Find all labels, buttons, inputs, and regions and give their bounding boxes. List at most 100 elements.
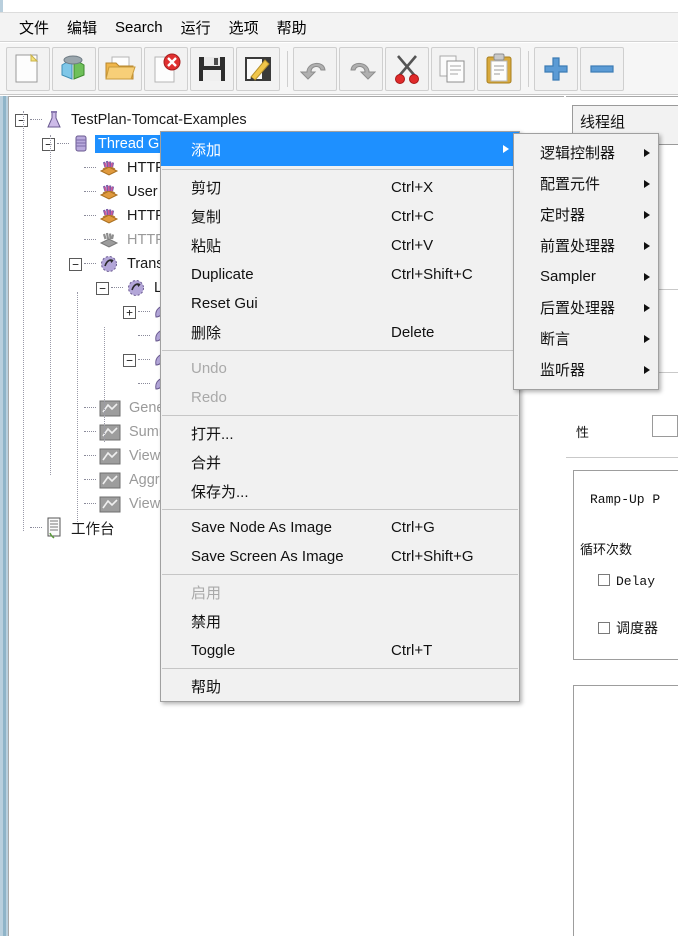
submenu-item-listener[interactable]: 监听器 <box>514 354 658 385</box>
submenu-item-label: 断言 <box>540 331 571 348</box>
close-document-button[interactable] <box>144 46 188 91</box>
submenu-item-post-processor[interactable]: 后置处理器 <box>514 292 658 323</box>
templates-button[interactable] <box>52 46 96 91</box>
menu-item-add[interactable]: 添加 <box>161 132 519 166</box>
http-sampler-icon <box>99 159 119 177</box>
menu-options[interactable]: 选项 <box>220 15 268 40</box>
scheduler-checkbox[interactable] <box>598 622 610 634</box>
tree-connector <box>138 359 150 361</box>
tree-context-menu[interactable]: 添加剪切 Ctrl+X 复制 Ctrl+C 粘贴 Ctrl+V Duplicate Ctrl+… <box>160 131 520 702</box>
menu-item-label: 启用 <box>191 585 222 602</box>
menu-item-toggle[interactable]: Toggle Ctrl+T <box>161 636 519 665</box>
menu-item-save-as[interactable]: 保存为... <box>161 477 519 506</box>
menu-item-open[interactable]: 打开... <box>161 419 519 448</box>
menu-item-label: Undo <box>191 360 227 377</box>
save-button[interactable] <box>190 46 234 91</box>
menu-item-label: 剪切 <box>191 180 222 197</box>
menu-item-label: Save Screen As Image <box>191 548 344 565</box>
listener-icon <box>99 472 121 489</box>
add-plus-button[interactable] <box>534 46 578 91</box>
tree-node[interactable]: − TestPlan-Tomcat-Examples <box>15 108 250 132</box>
lower-group-box <box>573 685 678 936</box>
tree-connector <box>84 407 96 409</box>
tree-connector <box>84 167 96 169</box>
tree-node[interactable]: 工作台 <box>15 516 118 540</box>
http-sampler-icon <box>99 183 119 201</box>
submenu-item-assertion[interactable]: 断言 <box>514 323 658 354</box>
menu-item-merge[interactable]: 合并 <box>161 448 519 477</box>
tree-expand-toggle[interactable]: + <box>123 305 136 319</box>
open-folder-icon <box>104 54 136 84</box>
cut-scissors-button[interactable] <box>385 46 429 91</box>
menu-item-label: 粘贴 <box>191 238 222 255</box>
delay-checkbox[interactable] <box>598 574 610 586</box>
menu-file[interactable]: 文件 <box>10 15 58 40</box>
menu-separator <box>162 509 518 510</box>
menu-item-help[interactable]: 帮助 <box>161 672 519 701</box>
tree-connector <box>84 455 96 457</box>
chevron-right-icon <box>644 303 650 312</box>
properties-input[interactable] <box>652 415 678 437</box>
tree-node-label: TestPlan-Tomcat-Examples <box>71 112 247 128</box>
submenu-item-timer[interactable]: 定时器 <box>514 199 658 230</box>
properties-label: 性 <box>576 425 590 440</box>
menu-edit[interactable]: 编辑 <box>58 15 106 40</box>
window-left-border <box>0 96 8 936</box>
toolbar <box>0 43 678 95</box>
window-top-strip <box>0 0 678 12</box>
remove-minus-icon <box>589 56 615 82</box>
menu-bar: 文件 编辑 Search 运行 选项 帮助 <box>0 12 678 42</box>
tree-collapse-toggle[interactable]: − <box>123 353 136 367</box>
paste-clipboard-button[interactable] <box>477 46 521 91</box>
menu-search[interactable]: Search <box>106 17 172 38</box>
tree-collapse-toggle[interactable]: − <box>69 257 82 271</box>
test-plan-icon <box>45 110 63 130</box>
copy-button[interactable] <box>431 46 475 91</box>
http-sampler-icon <box>99 207 119 225</box>
tree-collapse-toggle[interactable]: − <box>42 137 55 151</box>
menu-item-label: 添加 <box>191 141 222 159</box>
listener-icon <box>99 448 121 465</box>
menu-item-copy[interactable]: 复制 Ctrl+C <box>161 202 519 231</box>
listener-icon <box>99 400 121 417</box>
remove-minus-button[interactable] <box>580 46 624 91</box>
chevron-right-icon <box>644 148 650 157</box>
tree-connector <box>138 335 150 337</box>
window-left-edge <box>0 0 3 12</box>
menu-item-reset-gui[interactable]: Reset Gui <box>161 289 519 318</box>
menu-item-paste[interactable]: 粘贴 Ctrl+V <box>161 231 519 260</box>
menu-item-accelerator: Ctrl+Shift+G <box>391 548 474 565</box>
menu-run[interactable]: 运行 <box>172 15 220 40</box>
scheduler-checkbox-row[interactable]: 调度器 <box>598 618 658 638</box>
tree-collapse-toggle[interactable]: − <box>96 281 109 295</box>
menu-item-disable[interactable]: 禁用 <box>161 607 519 636</box>
save-as-button[interactable] <box>236 46 280 91</box>
cut-scissors-icon <box>393 54 421 84</box>
menu-item-save-node-as-image[interactable]: Save Node As Image Ctrl+G <box>161 513 519 542</box>
menu-separator <box>162 350 518 351</box>
panel-title: 线程组 <box>580 114 626 131</box>
menu-item-duplicate[interactable]: Duplicate Ctrl+Shift+C <box>161 260 519 289</box>
transaction-controller-icon <box>99 254 119 274</box>
menu-item-save-screen-as-image[interactable]: Save Screen As Image Ctrl+Shift+G <box>161 542 519 571</box>
submenu-item-sampler[interactable]: Sampler <box>514 261 658 292</box>
submenu-item-pre-processor[interactable]: 前置处理器 <box>514 230 658 261</box>
add-submenu[interactable]: 逻辑控制器配置元件 定时器 前置处理器 Sampler 后置处理器断言监听器 <box>513 133 659 390</box>
menu-item-delete[interactable]: 删除 Delete <box>161 318 519 347</box>
undo-button[interactable] <box>293 46 337 91</box>
menu-item-label: Reset Gui <box>191 295 258 312</box>
submenu-item-config-element[interactable]: 配置元件 <box>514 168 658 199</box>
tree-guide-line <box>104 327 106 442</box>
redo-button[interactable] <box>339 46 383 91</box>
delay-checkbox-row[interactable]: Delay <box>598 573 655 589</box>
submenu-item-logic-controller[interactable]: 逻辑控制器 <box>514 137 658 168</box>
menu-item-cut[interactable]: 剪切 Ctrl+X <box>161 173 519 202</box>
open-folder-button[interactable] <box>98 46 142 91</box>
tree-collapse-toggle[interactable]: − <box>15 113 28 127</box>
tree-connector <box>84 479 96 481</box>
menu-separator <box>162 668 518 669</box>
submenu-item-label: 逻辑控制器 <box>540 145 616 162</box>
new-document-button[interactable] <box>6 46 50 91</box>
menu-help[interactable]: 帮助 <box>268 15 316 40</box>
tree-connector <box>57 143 69 145</box>
